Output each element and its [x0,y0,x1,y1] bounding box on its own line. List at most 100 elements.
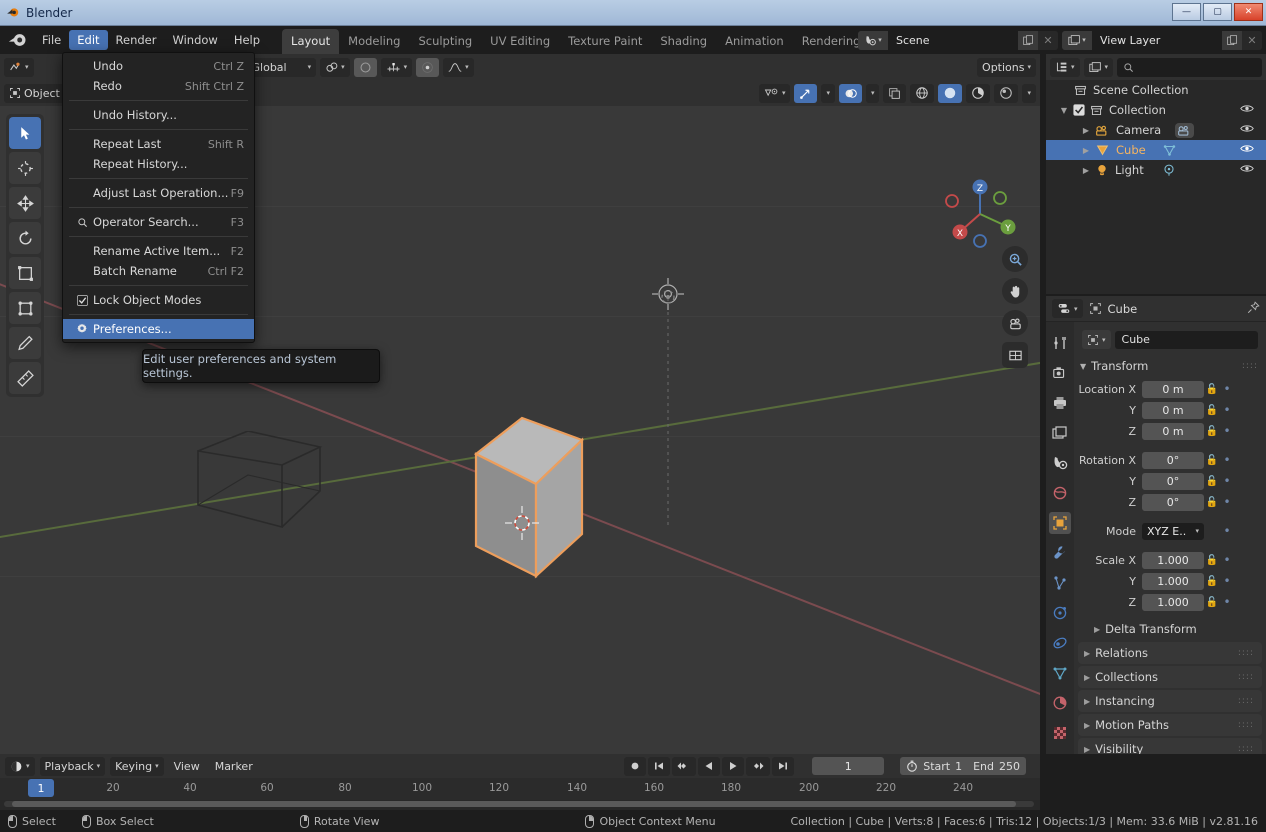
zoom-icon[interactable] [1002,246,1028,272]
disclosure-triangle-icon[interactable]: ▼ [1060,106,1068,115]
lock-icon[interactable]: 🔓 [1204,384,1220,395]
menu-file[interactable]: File [34,30,69,50]
visibility-selector[interactable]: ▾ [758,83,791,103]
tool-transform[interactable] [9,292,41,324]
overlays-toggle[interactable] [838,83,862,103]
tab-object-icon[interactable] [1049,512,1071,534]
lock-icon[interactable]: 🔓 [1204,455,1220,466]
animate-property-dot[interactable]: • [1220,553,1234,567]
mesh-data-icon[interactable] [1162,143,1177,157]
menu-item-undo[interactable]: Undo Ctrl Z [63,56,254,76]
delete-view-layer-button[interactable]: ✕ [1242,30,1262,50]
object-name-input[interactable]: Cube [1114,330,1258,349]
tool-measure[interactable] [9,362,41,394]
menu-item-repeat-history[interactable]: Repeat History... [63,154,254,174]
tab-data-icon[interactable] [1049,662,1071,684]
gizmo-toggle[interactable] [794,83,818,103]
view-axis-gizmo[interactable]: Z Y X [940,174,1020,254]
timeline-playhead[interactable]: 1 [28,779,54,797]
rotation-y-input[interactable]: 0° [1142,472,1204,490]
prev-keyframe-icon[interactable] [672,756,697,776]
cube-object[interactable] [460,396,600,606]
tab-render-icon[interactable] [1049,362,1071,384]
tool-scale[interactable] [9,257,41,289]
play-reverse-icon[interactable] [698,756,721,776]
panel-collections[interactable]: ▶ Collections :::: [1078,666,1262,688]
start-frame-value[interactable]: 1 [955,760,962,773]
timeline-ruler[interactable]: 20 40 60 80 100 120 140 160 180 200 220 … [0,778,1040,800]
animate-property-dot[interactable]: • [1220,453,1234,467]
lock-icon[interactable]: 🔓 [1204,555,1220,566]
tab-shading[interactable]: Shading [651,29,716,54]
maximize-button[interactable]: ▢ [1203,3,1232,21]
tab-modifiers-icon[interactable] [1049,542,1071,564]
falloff-type-selector[interactable]: ▾ [443,57,474,77]
scene-name[interactable]: Scene [888,30,1018,50]
tab-layout[interactable]: Layout [282,29,340,54]
light-data-icon[interactable] [1162,163,1176,177]
checkbox-checked-icon[interactable] [75,294,89,306]
visibility-eye-icon[interactable] [1240,103,1254,117]
gizmo-dropdown[interactable]: ▾ [821,83,835,103]
shading-rendered-button[interactable] [994,83,1019,103]
rotation-z-input[interactable]: 0° [1142,493,1204,511]
disclosure-triangle-icon[interactable]: ▶ [1082,146,1090,155]
tab-physics-icon[interactable] [1049,602,1071,624]
tool-annotate[interactable] [9,327,41,359]
panel-delta-transform[interactable]: ▶ Delta Transform [1074,618,1266,640]
outliner-row-scene-collection[interactable]: Scene Collection [1046,80,1266,100]
visibility-eye-icon[interactable] [1240,163,1254,177]
delete-scene-button[interactable]: ✕ [1038,30,1058,50]
playback-menu[interactable]: Playback ▾ [39,756,106,776]
animate-property-dot[interactable]: • [1220,382,1234,396]
tool-tweak[interactable] [9,117,41,149]
disclosure-triangle-icon[interactable]: ▶ [1082,126,1090,135]
camera-view-icon[interactable] [1002,310,1028,336]
tab-world-icon[interactable] [1049,482,1071,504]
lock-icon[interactable]: 🔓 [1204,597,1220,608]
view-layer-name[interactable]: View Layer [1092,30,1222,50]
view-layer-selector[interactable]: ▾ View Layer ✕ [1062,30,1262,50]
timeline-menu-marker[interactable]: Marker [210,757,258,776]
tab-tool-icon[interactable] [1049,332,1071,354]
disclosure-triangle-icon[interactable]: ▶ [1082,166,1090,175]
menu-item-lock-object-modes[interactable]: Lock Object Modes [63,290,254,310]
shading-wireframe-button[interactable] [910,83,935,103]
shading-solid-button[interactable] [938,83,963,103]
animate-property-dot[interactable]: • [1220,403,1234,417]
timeline-menu-view[interactable]: View [169,757,205,776]
timeline-scrollbar[interactable] [4,801,1034,807]
shading-material-button[interactable] [966,83,991,103]
jump-start-icon[interactable] [648,756,671,776]
outliner-row-light[interactable]: ▶ Light [1046,160,1266,180]
menu-item-undo-history[interactable]: Undo History... [63,105,254,125]
tab-texture-paint[interactable]: Texture Paint [559,29,651,54]
menu-item-preferences[interactable]: Preferences... [63,319,254,339]
tool-rotate[interactable] [9,222,41,254]
outliner-row-cube[interactable]: ▶ Cube [1046,140,1266,160]
next-keyframe-icon[interactable] [746,756,771,776]
new-scene-button[interactable] [1018,30,1038,50]
play-icon[interactable] [722,756,745,776]
snap-toggle[interactable]: ▾ [380,57,413,77]
overlays-dropdown[interactable]: ▾ [865,83,880,103]
lock-icon[interactable]: 🔓 [1204,405,1220,416]
record-icon[interactable] [624,756,647,776]
animate-property-dot[interactable]: • [1220,595,1234,609]
pin-icon[interactable] [1247,300,1260,317]
snap-target-selector[interactable]: ▾ [320,57,350,77]
shading-dropdown[interactable]: ▾ [1022,83,1036,103]
visibility-eye-icon[interactable] [1240,143,1254,157]
menu-help[interactable]: Help [226,30,268,50]
tab-animation[interactable]: Animation [716,29,793,54]
menu-item-operator-search[interactable]: Operator Search... F3 [63,212,254,232]
outliner-row-camera[interactable]: ▶ Camera [1046,120,1266,140]
tab-view-layer-icon[interactable] [1049,422,1071,444]
lock-icon[interactable]: 🔓 [1204,426,1220,437]
tab-constraints-icon[interactable] [1049,632,1071,654]
outliner-display-mode[interactable]: ▾ [1083,57,1114,77]
menu-item-adjust-last-operation[interactable]: Adjust Last Operation... F9 [63,183,254,203]
visibility-eye-icon[interactable] [1240,123,1254,137]
jump-end-icon[interactable] [772,756,795,776]
lock-icon[interactable]: 🔓 [1204,476,1220,487]
